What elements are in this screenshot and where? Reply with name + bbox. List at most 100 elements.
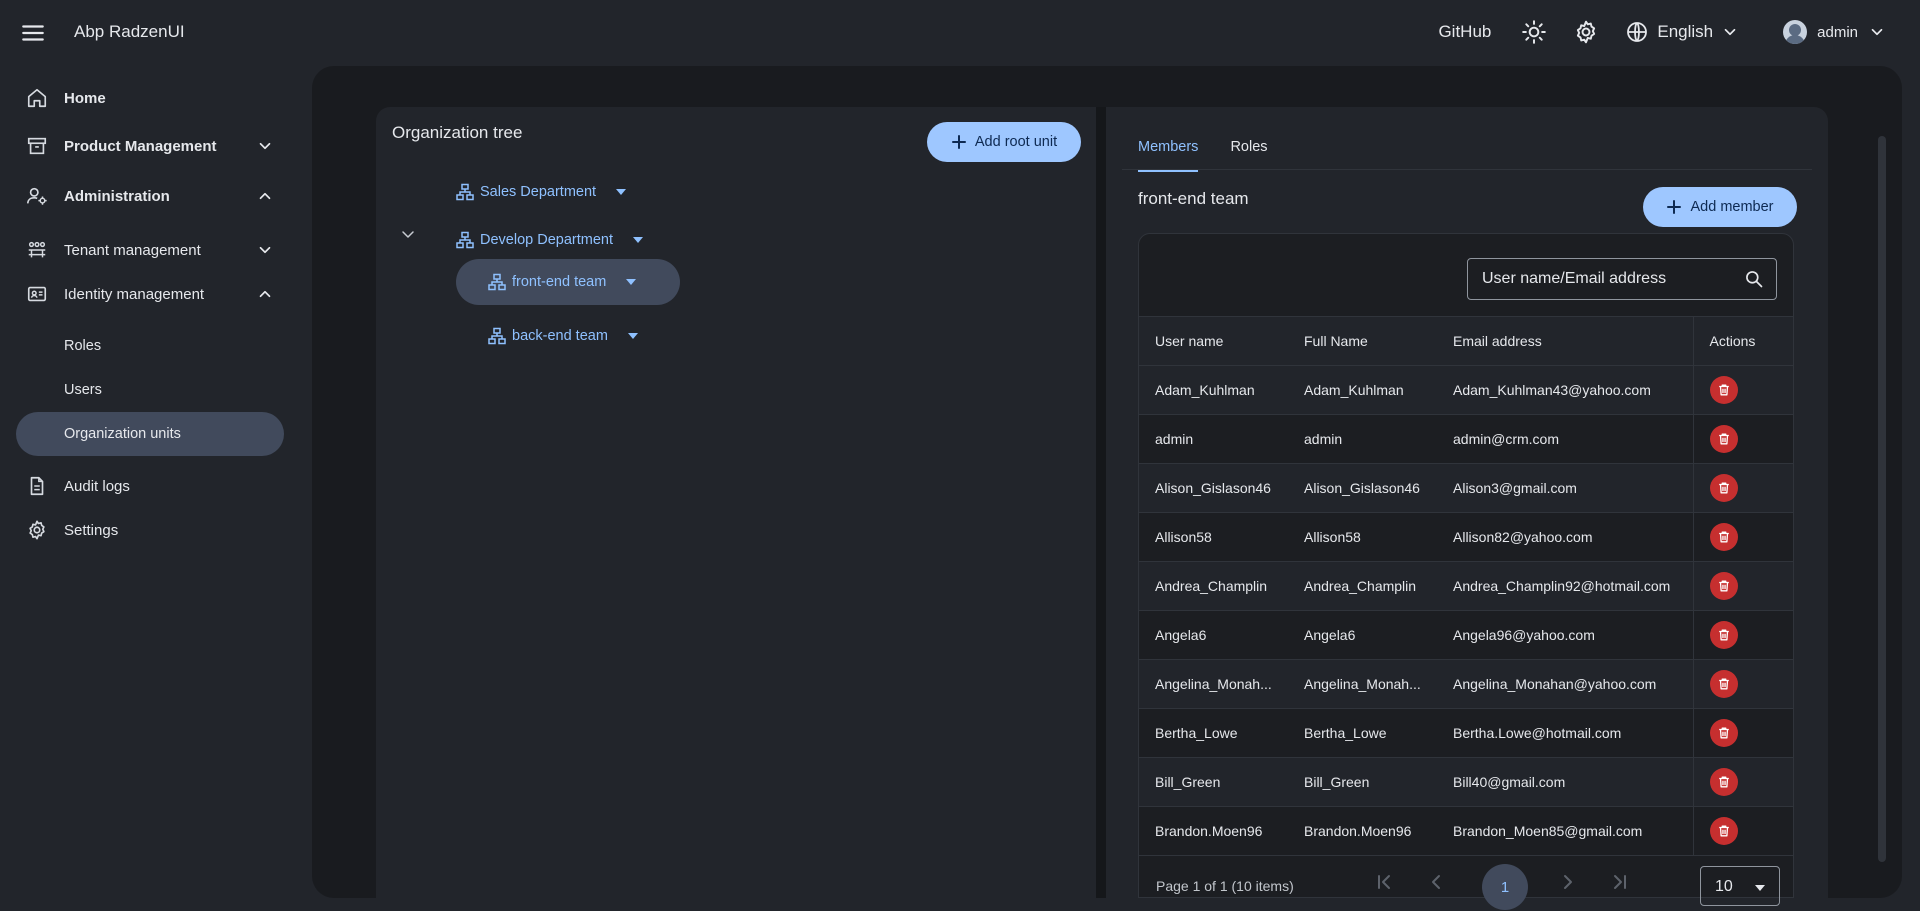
first-page-icon[interactable] xyxy=(1372,870,1396,894)
org-chart-icon xyxy=(488,273,506,291)
delete-button[interactable] xyxy=(1709,817,1738,845)
org-chart-icon xyxy=(456,183,474,201)
tree-node-label: back-end team xyxy=(512,328,608,344)
avatar xyxy=(1783,20,1808,44)
organization-tree-panel: Organization tree Add root unit Sales De… xyxy=(376,107,1096,898)
scrollbar[interactable] xyxy=(1878,136,1886,862)
sidebar-item-label: Organization units xyxy=(64,426,181,442)
caret-down-icon[interactable] xyxy=(626,279,637,285)
cell-username: Adam_Kuhlman xyxy=(1139,365,1288,415)
cell-username: Angelina_Monah... xyxy=(1139,659,1288,709)
search-icon[interactable] xyxy=(1744,269,1764,289)
search-input[interactable] xyxy=(1468,270,1718,288)
tab-roles[interactable]: Roles xyxy=(1230,123,1267,172)
theme-toggle-sun-icon[interactable] xyxy=(1521,19,1547,45)
tree-node-label: Sales Department xyxy=(480,184,597,200)
cell-email: Allison82@yahoo.com xyxy=(1437,512,1693,562)
sidebar-item-label: Identity management xyxy=(64,285,205,303)
tree-node-front-end-team[interactable]: front-end team xyxy=(456,259,680,305)
user-gear-icon xyxy=(26,185,48,207)
sidebar-item-tenant-management[interactable]: Tenant management xyxy=(16,228,284,272)
trash-icon xyxy=(1718,678,1729,690)
previous-page-icon[interactable] xyxy=(1424,870,1448,894)
delete-button[interactable] xyxy=(1709,376,1738,404)
members-table: User name Full Name Email address Action… xyxy=(1139,316,1793,856)
delete-button[interactable] xyxy=(1709,523,1738,551)
delete-button[interactable] xyxy=(1709,670,1738,698)
trash-icon xyxy=(1718,629,1729,641)
delete-button[interactable] xyxy=(1709,719,1738,747)
table-row: Bill_Green Bill_Green Bill40@gmail.com xyxy=(1139,757,1793,807)
trash-icon xyxy=(1718,825,1729,837)
delete-button[interactable] xyxy=(1709,768,1738,796)
add-root-unit-button[interactable]: Add root unit xyxy=(927,122,1081,162)
sidebar-item-roles[interactable]: Roles xyxy=(16,324,284,368)
cell-fullname: Adam_Kuhlman xyxy=(1288,365,1437,415)
sidebar-item-settings[interactable]: Settings xyxy=(16,508,284,552)
cell-username: Alison_Gislason46 xyxy=(1139,463,1288,513)
cell-actions xyxy=(1692,414,1793,464)
id-card-icon xyxy=(26,283,48,305)
cell-username: Bertha_Lowe xyxy=(1139,708,1288,758)
cell-fullname: admin xyxy=(1288,414,1437,464)
cell-email: Adam_Kuhlman43@yahoo.com xyxy=(1437,365,1693,415)
tree-node-develop-department[interactable]: Develop Department xyxy=(456,217,643,263)
sidebar-item-administration[interactable]: Administration xyxy=(16,174,284,218)
cell-fullname: Angela6 xyxy=(1288,610,1437,660)
next-page-icon[interactable] xyxy=(1556,870,1580,894)
sidebar-item-label: Administration xyxy=(64,187,170,205)
delete-button[interactable] xyxy=(1709,474,1738,502)
user-menu[interactable]: admin xyxy=(1783,20,1886,44)
tab-members[interactable]: Members xyxy=(1138,123,1199,172)
column-header-email[interactable]: Email address xyxy=(1437,316,1693,366)
table-row: Alison_Gislason46 Alison_Gislason46 Alis… xyxy=(1139,463,1793,513)
cell-username: Brandon.Moen96 xyxy=(1139,806,1288,856)
cell-fullname: Andrea_Champlin xyxy=(1288,561,1437,611)
cell-email: Angelina_Monahan@yahoo.com xyxy=(1437,659,1693,709)
github-link[interactable]: GitHub xyxy=(1438,22,1491,42)
sidebar-item-users[interactable]: Users xyxy=(16,368,284,412)
column-header-fullname[interactable]: Full Name xyxy=(1288,316,1437,366)
cell-actions xyxy=(1692,365,1793,415)
language-selector[interactable]: English xyxy=(1625,20,1739,44)
settings-gear-icon[interactable] xyxy=(1573,19,1599,45)
tenant-icon xyxy=(26,239,48,261)
document-icon xyxy=(26,475,48,497)
sidebar-item-identity-management[interactable]: Identity management xyxy=(16,272,284,316)
sidebar-item-audit-logs[interactable]: Audit logs xyxy=(16,464,284,508)
delete-button[interactable] xyxy=(1709,425,1738,453)
table-row: Angela6 Angela6 Angela96@yahoo.com xyxy=(1139,610,1793,660)
panel-splitter[interactable] xyxy=(1096,107,1106,898)
caret-down-icon[interactable] xyxy=(627,333,638,339)
last-page-icon[interactable] xyxy=(1608,870,1632,894)
sidebar-item-home[interactable]: Home xyxy=(16,76,284,120)
expand-collapse-chevron-icon[interactable] xyxy=(400,226,416,242)
hamburger-menu-icon[interactable] xyxy=(20,20,46,46)
cell-fullname: Allison58 xyxy=(1288,512,1437,562)
cell-email: Angela96@yahoo.com xyxy=(1437,610,1693,660)
table-row: Angelina_Monah... Angelina_Monah... Ange… xyxy=(1139,659,1793,709)
tree-node-sales-department[interactable]: Sales Department xyxy=(456,169,627,215)
plus-icon xyxy=(1666,199,1682,215)
caret-down-icon[interactable] xyxy=(633,237,643,243)
tabs-divider xyxy=(1122,169,1812,170)
column-header-actions: Actions xyxy=(1692,316,1793,366)
delete-button[interactable] xyxy=(1709,572,1738,600)
delete-button[interactable] xyxy=(1709,621,1738,649)
cell-fullname: Brandon.Moen96 xyxy=(1288,806,1437,856)
caret-down-icon[interactable] xyxy=(616,189,627,195)
sidebar-item-organization-units[interactable]: Organization units xyxy=(16,412,284,456)
trash-icon xyxy=(1718,531,1729,543)
column-header-username[interactable]: User name xyxy=(1139,316,1288,366)
chevron-up-icon xyxy=(256,187,274,205)
cell-username: admin xyxy=(1139,414,1288,464)
current-page-button[interactable]: 1 xyxy=(1482,864,1528,910)
add-member-button[interactable]: Add member xyxy=(1643,187,1797,227)
page-size-select[interactable]: 10 xyxy=(1700,866,1780,906)
top-bar: Abp RadzenUI GitHub English admin xyxy=(0,0,1920,64)
cell-actions xyxy=(1692,610,1793,660)
cell-fullname: Angelina_Monah... xyxy=(1288,659,1437,709)
tree-node-back-end-team[interactable]: back-end team xyxy=(488,313,638,359)
trash-icon xyxy=(1718,580,1729,592)
sidebar-item-product-management[interactable]: Product Management xyxy=(16,124,284,168)
